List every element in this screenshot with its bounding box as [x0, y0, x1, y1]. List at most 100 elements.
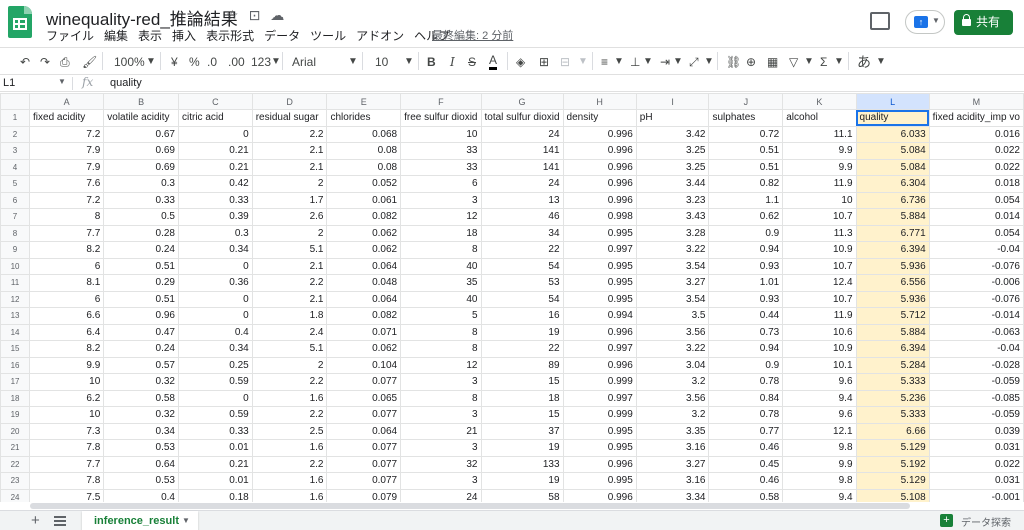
- cell[interactable]: 0.58: [103, 389, 179, 407]
- functions-icon[interactable]: Σ: [820, 54, 827, 70]
- cell[interactable]: 10.7: [782, 290, 857, 308]
- text-rotate-icon[interactable]: ⤢: [689, 54, 699, 70]
- cell[interactable]: 5.1: [251, 241, 328, 259]
- cell[interactable]: 0.999: [562, 373, 637, 391]
- cell[interactable]: 2.2: [251, 125, 328, 143]
- cell[interactable]: 7.7: [29, 224, 105, 242]
- cell[interactable]: 40: [400, 257, 482, 275]
- row-header[interactable]: 13: [0, 307, 31, 325]
- cell[interactable]: 0.997: [562, 241, 637, 259]
- cell[interactable]: 5.192: [855, 455, 930, 473]
- insert-link-icon[interactable]: ⛓: [726, 54, 741, 70]
- horizontal-scrollbar[interactable]: [0, 502, 1024, 510]
- cell[interactable]: 0.47: [103, 323, 179, 341]
- column-header[interactable]: G: [480, 93, 564, 110]
- cell[interactable]: 2.1: [251, 290, 328, 308]
- column-header[interactable]: I: [635, 93, 710, 110]
- menu-item[interactable]: アドオン: [356, 27, 411, 44]
- cell[interactable]: 2.2: [251, 373, 328, 391]
- cell[interactable]: 0.077: [326, 406, 402, 424]
- row-header[interactable]: 14: [0, 323, 31, 341]
- cell[interactable]: 0.51: [708, 142, 784, 160]
- cell[interactable]: 3.27: [635, 455, 710, 473]
- input-tools-button[interactable]: あ: [857, 54, 871, 70]
- cell[interactable]: 5: [400, 307, 482, 325]
- cell[interactable]: 0.995: [562, 274, 637, 292]
- cell[interactable]: -0.059: [928, 406, 1024, 424]
- cell[interactable]: 5.129: [855, 472, 930, 490]
- cell[interactable]: -0.076: [928, 257, 1024, 275]
- cell[interactable]: 15: [480, 406, 564, 424]
- cell[interactable]: 13: [480, 191, 564, 209]
- cell[interactable]: 0: [177, 389, 253, 407]
- formula-input[interactable]: quality: [110, 77, 142, 89]
- cell[interactable]: 0.3: [177, 224, 253, 242]
- cell[interactable]: 3.56: [635, 389, 710, 407]
- cell[interactable]: citric acid: [177, 109, 253, 127]
- row-header[interactable]: 9: [0, 241, 31, 259]
- cell[interactable]: 0.052: [326, 175, 402, 193]
- cell[interactable]: 0.08: [326, 142, 402, 160]
- cell[interactable]: 0.995: [562, 257, 637, 275]
- cell[interactable]: 0.93: [708, 290, 784, 308]
- cell[interactable]: 10: [29, 373, 105, 391]
- cell[interactable]: 8.2: [29, 241, 105, 259]
- cell[interactable]: 3.22: [635, 241, 710, 259]
- cell[interactable]: 3.04: [635, 356, 710, 374]
- cell[interactable]: 5.936: [855, 257, 930, 275]
- cell[interactable]: 6.304: [855, 175, 930, 193]
- cell[interactable]: 3.34: [635, 488, 710, 502]
- cell[interactable]: 9.6: [782, 373, 857, 391]
- cell[interactable]: 54: [480, 257, 564, 275]
- cell[interactable]: pH: [635, 109, 710, 127]
- cell[interactable]: 0: [177, 307, 253, 325]
- cell[interactable]: volatile acidity: [103, 109, 179, 127]
- cell[interactable]: 12: [400, 356, 482, 374]
- cell[interactable]: 0.018: [928, 175, 1024, 193]
- cell[interactable]: 5.712: [855, 307, 930, 325]
- cell[interactable]: 7.2: [29, 125, 105, 143]
- cell[interactable]: 5.884: [855, 323, 930, 341]
- cell[interactable]: 0.44: [708, 307, 784, 325]
- cell[interactable]: 1.6: [251, 439, 328, 457]
- decrease-decimal-button[interactable]: .0: [207, 54, 217, 70]
- cell[interactable]: 6.394: [855, 241, 930, 259]
- cell[interactable]: 33: [400, 158, 482, 176]
- zoom-select[interactable]: 100%: [114, 54, 145, 70]
- cell[interactable]: 2.5: [251, 422, 328, 440]
- cell[interactable]: 22: [480, 340, 564, 358]
- cell[interactable]: -0.04: [928, 340, 1024, 358]
- cell[interactable]: 3.54: [635, 290, 710, 308]
- explore-label[interactable]: データ探索: [961, 514, 1011, 529]
- cell[interactable]: 6.6: [29, 307, 105, 325]
- cell[interactable]: 10.1: [782, 356, 857, 374]
- menu-item[interactable]: ツール: [310, 27, 353, 44]
- percent-format-button[interactable]: %: [189, 54, 200, 70]
- cell[interactable]: 2: [251, 224, 328, 242]
- cell[interactable]: fixed acidity_imp vo: [928, 109, 1024, 127]
- cell[interactable]: 3.42: [635, 125, 710, 143]
- cell[interactable]: 0.51: [708, 158, 784, 176]
- cell[interactable]: -0.063: [928, 323, 1024, 341]
- cell[interactable]: 0.62: [708, 208, 784, 226]
- cell[interactable]: 0.53: [103, 472, 179, 490]
- cell[interactable]: 8: [400, 340, 482, 358]
- cell[interactable]: 0.24: [103, 241, 179, 259]
- cell[interactable]: 0.72: [708, 125, 784, 143]
- cell[interactable]: 19: [480, 472, 564, 490]
- cell[interactable]: 3.44: [635, 175, 710, 193]
- row-header[interactable]: 12: [0, 290, 31, 308]
- cell[interactable]: 0.079: [326, 488, 402, 502]
- cell[interactable]: 0.24: [103, 340, 179, 358]
- cell[interactable]: 5.084: [855, 142, 930, 160]
- cell[interactable]: 9.6: [782, 406, 857, 424]
- cell[interactable]: 0.071: [326, 323, 402, 341]
- cell[interactable]: 12: [400, 208, 482, 226]
- cell[interactable]: 0.34: [103, 422, 179, 440]
- cell[interactable]: 0.51: [103, 290, 179, 308]
- cell[interactable]: 0.082: [326, 307, 402, 325]
- cell[interactable]: 0: [177, 257, 253, 275]
- cell[interactable]: 10.7: [782, 257, 857, 275]
- cell[interactable]: 0.78: [708, 406, 784, 424]
- menu-item[interactable]: 表示形式: [206, 27, 261, 44]
